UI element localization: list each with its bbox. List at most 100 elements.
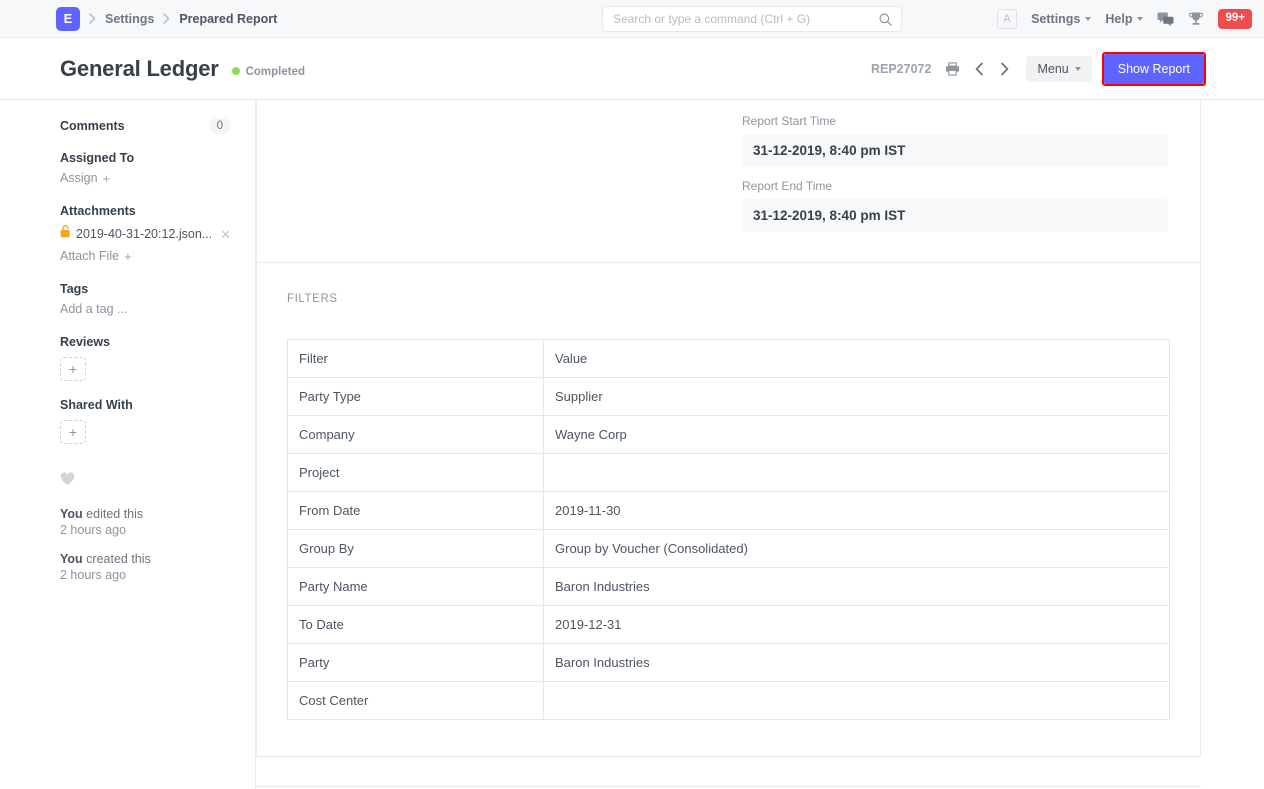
activity-item-2: You created this 2 hours ago bbox=[60, 550, 231, 582]
status-dot-icon bbox=[232, 67, 240, 75]
lock-icon bbox=[60, 225, 71, 243]
title-area: General Ledger Completed bbox=[0, 56, 305, 82]
report-end-time-field: Report End Time 31-12-2019, 8:40 pm IST bbox=[742, 179, 1168, 232]
table-row: Group ByGroup by Voucher (Consolidated) bbox=[288, 530, 1170, 568]
document-id: REP27072 bbox=[871, 62, 931, 76]
report-start-time-field: Report Start Time 31-12-2019, 8:40 pm IS… bbox=[742, 114, 1168, 167]
nav-help-dropdown[interactable]: Help bbox=[1105, 12, 1143, 26]
sidebar-section-shared-with: Shared With + bbox=[60, 398, 231, 444]
status-label: Completed bbox=[246, 66, 305, 78]
filters-table-body: FilterValueParty TypeSupplierCompanyWayn… bbox=[288, 340, 1170, 720]
chevron-down-icon-2 bbox=[1137, 17, 1143, 21]
table-row: To Date2019-12-31 bbox=[288, 606, 1170, 644]
sidebar-section-attachments: Attachments 2019-40-31-20:12.json... ✕ A… bbox=[60, 204, 231, 265]
plus-icon-2: + bbox=[124, 250, 132, 263]
activity-item: You edited this 2 hours ago bbox=[60, 505, 231, 537]
previous-icon[interactable] bbox=[972, 60, 987, 78]
next-icon[interactable] bbox=[997, 60, 1012, 78]
attach-file-button[interactable]: Attach File + bbox=[60, 249, 132, 263]
print-icon[interactable] bbox=[943, 60, 962, 78]
filters-table: FilterValueParty TypeSupplierCompanyWayn… bbox=[287, 339, 1170, 720]
main-content: Report Start Time 31-12-2019, 8:40 pm IS… bbox=[256, 100, 1264, 789]
filter-value-cell bbox=[544, 454, 1170, 492]
add-review-button[interactable]: + bbox=[60, 357, 86, 381]
report-start-time-value[interactable]: 31-12-2019, 8:40 pm IST bbox=[742, 134, 1168, 167]
filter-name-cell: Filter bbox=[288, 340, 544, 378]
status-badge: Completed bbox=[232, 66, 305, 78]
filter-value-cell bbox=[544, 682, 1170, 720]
filter-name-cell: Group By bbox=[288, 530, 544, 568]
filter-value-cell: Supplier bbox=[544, 378, 1170, 416]
chevron-right-icon-2 bbox=[163, 13, 170, 24]
search-input[interactable] bbox=[603, 12, 879, 26]
activity-action-2: created this bbox=[83, 552, 151, 566]
activity-time: 2 hours ago bbox=[60, 523, 231, 537]
filter-name-cell: Party bbox=[288, 644, 544, 682]
remove-attachment-icon[interactable]: ✕ bbox=[220, 228, 231, 241]
section-divider bbox=[256, 786, 1201, 787]
sidebar-section-assigned-to: Assigned To Assign + bbox=[60, 151, 231, 187]
report-end-time-value[interactable]: 31-12-2019, 8:40 pm IST bbox=[742, 199, 1168, 232]
notification-badge[interactable]: 99+ bbox=[1218, 9, 1252, 29]
activity-text-edited: You edited this bbox=[60, 505, 231, 523]
search-icon[interactable] bbox=[879, 13, 901, 26]
page-title: General Ledger bbox=[60, 56, 219, 82]
activity-actor: You bbox=[60, 507, 83, 521]
show-report-button[interactable]: Show Report bbox=[1104, 54, 1204, 84]
filter-value-cell: Baron Industries bbox=[544, 644, 1170, 682]
show-report-highlight: Show Report bbox=[1102, 52, 1206, 86]
report-card: Report Start Time 31-12-2019, 8:40 pm IS… bbox=[256, 100, 1201, 757]
activity-actor-2: You bbox=[60, 552, 83, 566]
filter-value-cell: 2019-12-31 bbox=[544, 606, 1170, 644]
trophy-icon[interactable] bbox=[1188, 11, 1204, 27]
navbar-right: A Settings Help 99+ bbox=[997, 0, 1252, 38]
menu-button[interactable]: Menu bbox=[1026, 56, 1091, 82]
reviews-label: Reviews bbox=[60, 335, 231, 349]
filter-value-cell: 2019-11-30 bbox=[544, 492, 1170, 530]
filters-section-label: FILTERS bbox=[287, 293, 1168, 305]
global-search[interactable] bbox=[602, 6, 902, 32]
nav-settings-dropdown[interactable]: Settings bbox=[1031, 12, 1091, 26]
filter-name-cell: Party Name bbox=[288, 568, 544, 606]
table-row: From Date2019-11-30 bbox=[288, 492, 1170, 530]
table-row: CompanyWayne Corp bbox=[288, 416, 1170, 454]
add-shared-user-button[interactable]: + bbox=[60, 420, 86, 444]
attachment-item[interactable]: 2019-40-31-20:12.json... ✕ bbox=[60, 225, 231, 243]
app-logo-icon[interactable]: E bbox=[56, 7, 80, 31]
add-tag-input[interactable]: Add a tag ... bbox=[60, 302, 127, 316]
activity-time-2: 2 hours ago bbox=[60, 568, 231, 582]
attachment-name: 2019-40-31-20:12.json... bbox=[76, 227, 211, 241]
plus-icon: + bbox=[103, 172, 111, 185]
report-end-time-label: Report End Time bbox=[742, 179, 1168, 193]
chevron-down-icon bbox=[1085, 17, 1091, 21]
sidebar-section-reviews: Reviews + bbox=[60, 335, 231, 381]
breadcrumb-prepared-report[interactable]: Prepared Report bbox=[179, 12, 277, 26]
assign-button[interactable]: Assign + bbox=[60, 171, 110, 185]
chevron-down-icon-3 bbox=[1075, 67, 1081, 71]
filter-value-cell: Wayne Corp bbox=[544, 416, 1170, 454]
nav-settings-label: Settings bbox=[1031, 12, 1080, 26]
shared-with-label: Shared With bbox=[60, 398, 231, 412]
breadcrumb-settings[interactable]: Settings bbox=[105, 12, 154, 26]
chat-icon[interactable] bbox=[1157, 12, 1174, 27]
table-row: Cost Center bbox=[288, 682, 1170, 720]
assigned-to-label: Assigned To bbox=[60, 151, 231, 165]
activity-text-created: You created this bbox=[60, 550, 231, 568]
chevron-right-icon bbox=[89, 13, 96, 24]
times-right-column: Report Start Time 31-12-2019, 8:40 pm IS… bbox=[742, 114, 1168, 244]
nav-help-label: Help bbox=[1105, 12, 1132, 26]
sidebar-section-comments: Comments 0 bbox=[60, 118, 231, 134]
page-header: General Ledger Completed REP27072 Menu S… bbox=[0, 38, 1264, 100]
table-row: PartyBaron Industries bbox=[288, 644, 1170, 682]
comments-label: Comments bbox=[60, 119, 125, 133]
like-icon[interactable] bbox=[60, 472, 231, 491]
table-header-row: FilterValue bbox=[288, 340, 1170, 378]
report-start-time-label: Report Start Time bbox=[742, 114, 1168, 128]
attachments-label: Attachments bbox=[60, 204, 231, 218]
avatar[interactable]: A bbox=[997, 9, 1017, 29]
filter-name-cell: To Date bbox=[288, 606, 544, 644]
navbar-left: E Settings Prepared Report bbox=[0, 7, 277, 31]
attach-file-label: Attach File bbox=[60, 249, 119, 263]
filter-value-cell: Value bbox=[544, 340, 1170, 378]
table-row: Party NameBaron Industries bbox=[288, 568, 1170, 606]
